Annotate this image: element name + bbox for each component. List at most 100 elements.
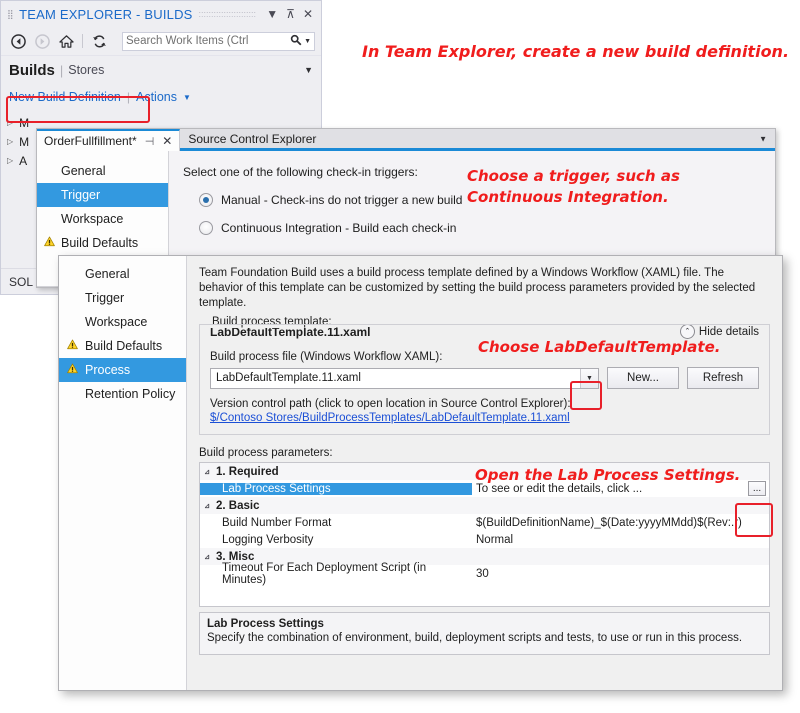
category-label: 2. Basic: [216, 499, 260, 512]
search-input[interactable]: Search Work Items (Ctrl ▼: [122, 31, 315, 51]
list-item-label: M: [19, 134, 30, 149]
grid-empty-space: [200, 582, 769, 606]
combo-dropdown-arrow-icon[interactable]: ▼: [580, 368, 598, 388]
list-item-label: A: [19, 153, 28, 168]
pin-icon[interactable]: ⊣: [145, 135, 155, 148]
search-icon[interactable]: [290, 34, 302, 49]
parameter-value: $(BuildDefinitionName)_$(Date:yyyyMMdd)$…: [476, 516, 742, 529]
list-item-label: M: [19, 115, 30, 130]
tab-title: OrderFullfillment*: [44, 134, 137, 148]
forward-arrow-glyph: [34, 33, 50, 49]
nav-item-label: Process: [85, 363, 131, 377]
refresh-button[interactable]: Refresh: [687, 367, 759, 389]
nav-item-build-defaults[interactable]: Build Defaults: [59, 334, 186, 358]
parameter-name: Lab Process Settings: [222, 482, 331, 495]
warning-triangle-glyph: [67, 339, 78, 350]
actions-menu[interactable]: Actions: [136, 90, 177, 104]
annotation-choose-trigger: Choose a trigger, such as Continuous Int…: [467, 167, 680, 206]
warning-icon: [67, 363, 78, 377]
expander-icon[interactable]: ⊿: [200, 502, 214, 510]
nav-item-label: Build Defaults: [85, 339, 163, 353]
radio-button-manual[interactable]: [199, 193, 213, 207]
tab-source-control-explorer[interactable]: Source Control Explorer ▼: [180, 129, 775, 151]
radio-label-continuous-integration: Continuous Integration - Build each chec…: [221, 221, 457, 235]
tab-orderfullfillment[interactable]: OrderFullfillment* ⊣ ✕: [37, 129, 181, 151]
new-button[interactable]: New...: [607, 367, 679, 389]
pin-icon[interactable]: ⊼: [282, 8, 299, 20]
nav-item-retention-policy[interactable]: Retention Policy: [59, 382, 186, 406]
action-divider: |: [126, 90, 130, 104]
new-build-definition-link[interactable]: New Build Definition: [9, 90, 121, 104]
chevron-down-icon[interactable]: ▼: [183, 93, 191, 102]
radio-option-continuous-integration[interactable]: Continuous Integration - Build each chec…: [183, 221, 775, 235]
team-explorer-toolbar: Search Work Items (Ctrl ▼: [1, 27, 321, 55]
home-icon[interactable]: [55, 31, 77, 51]
expander-icon[interactable]: ▷: [7, 118, 13, 127]
breadcrumb-primary[interactable]: Builds: [9, 62, 55, 79]
nav-item-process[interactable]: Process: [59, 358, 186, 382]
nav-item-label: Trigger: [61, 188, 101, 202]
breadcrumb-separator: |: [59, 62, 64, 78]
annotation-open-lab-process-settings: Open the Lab Process Settings.: [475, 466, 741, 484]
expander-icon[interactable]: ⊿: [200, 553, 214, 561]
group-legend: Build process template:: [208, 316, 336, 328]
hide-details-toggle[interactable]: ⌃ Hide details: [679, 324, 759, 339]
process-intro-text: Team Foundation Build uses a build proce…: [199, 267, 756, 309]
build-process-file-row: LabDefaultTemplate.11.xaml ▼ New... Refr…: [210, 367, 759, 389]
home-glyph: [58, 34, 74, 48]
close-icon[interactable]: ✕: [162, 134, 172, 148]
warning-triangle-glyph: [44, 236, 55, 247]
version-control-path-label: Version control path (click to open loca…: [210, 398, 571, 410]
nav-item-build-defaults[interactable]: Build Defaults: [37, 231, 168, 255]
parameter-value: Normal: [476, 533, 514, 546]
drag-grip-icon[interactable]: ⣿: [7, 9, 14, 19]
warning-icon: [44, 236, 55, 250]
forward-icon: [31, 31, 53, 51]
titlebar-dotted-filler: ::::::::::::::::::::::::::::: [198, 9, 257, 19]
nav-item-trigger[interactable]: Trigger: [59, 286, 186, 310]
expander-icon[interactable]: ▷: [7, 156, 13, 165]
back-icon[interactable]: [7, 31, 29, 51]
expander-icon[interactable]: ⊿: [200, 468, 214, 476]
radio-button-continuous-integration[interactable]: [199, 221, 213, 235]
annotation-new-build-definition: In Team Explorer, create a new build def…: [362, 42, 790, 61]
nav-item-label: Retention Policy: [85, 387, 176, 401]
panel-dropdown-icon[interactable]: ▼: [262, 8, 282, 20]
description-text: Specify the combination of environment, …: [207, 632, 743, 644]
build-process-file-combo[interactable]: LabDefaultTemplate.11.xaml ▼: [210, 367, 599, 389]
chevron-up-icon: ⌃: [679, 324, 695, 339]
nav-item-label: Trigger: [85, 291, 125, 305]
close-icon[interactable]: ✕: [299, 8, 317, 20]
breadcrumb-caret-icon[interactable]: ▼: [304, 65, 313, 75]
parameter-name: Logging Verbosity: [222, 533, 314, 546]
breadcrumb-secondary[interactable]: Stores: [68, 63, 104, 77]
solution-explorer-label: SOL: [9, 274, 34, 289]
table-row-logging-verbosity[interactable]: Logging Verbosity Normal: [200, 531, 769, 548]
refresh-glyph: [92, 34, 106, 47]
lab-process-settings-ellipsis-button[interactable]: ...: [748, 481, 766, 496]
nav-item-label: General: [85, 267, 130, 281]
nav-item-trigger[interactable]: Trigger: [37, 183, 168, 207]
tab-strip: OrderFullfillment* ⊣ ✕ Source Control Ex…: [37, 129, 775, 151]
expander-icon[interactable]: ▷: [7, 137, 13, 146]
nav-item-general[interactable]: General: [59, 262, 186, 286]
chevron-down-icon[interactable]: ▼: [759, 134, 767, 143]
refresh-icon[interactable]: [88, 31, 110, 51]
table-row-build-number-format[interactable]: Build Number Format $(BuildDefinitionNam…: [200, 514, 769, 531]
version-control-path-link[interactable]: $/Contoso Stores/BuildProcessTemplates/L…: [210, 412, 759, 424]
parameter-name: Timeout For Each Deployment Script (in M…: [222, 561, 427, 586]
nav-item-workspace[interactable]: Workspace: [37, 207, 168, 231]
nav-item-workspace[interactable]: Workspace: [59, 310, 186, 334]
search-dropdown-caret[interactable]: ▼: [304, 38, 311, 45]
table-row-timeout-deployment-script[interactable]: Timeout For Each Deployment Script (in M…: [200, 562, 769, 586]
magnifier-glyph: [290, 34, 302, 45]
warning-triangle-glyph: [67, 363, 78, 374]
process-nav-list: General Trigger Workspace Build Defaults: [59, 256, 187, 690]
table-row-category[interactable]: ⊿ 2. Basic: [200, 497, 769, 514]
radio-label-manual: Manual - Check-ins do not trigger a new …: [221, 193, 463, 207]
toolbar-divider: [82, 34, 83, 48]
back-arrow-glyph: [10, 33, 26, 49]
tab-title: Source Control Explorer: [188, 131, 317, 146]
category-label: 1. Required: [216, 465, 279, 478]
nav-item-general[interactable]: General: [37, 159, 168, 183]
